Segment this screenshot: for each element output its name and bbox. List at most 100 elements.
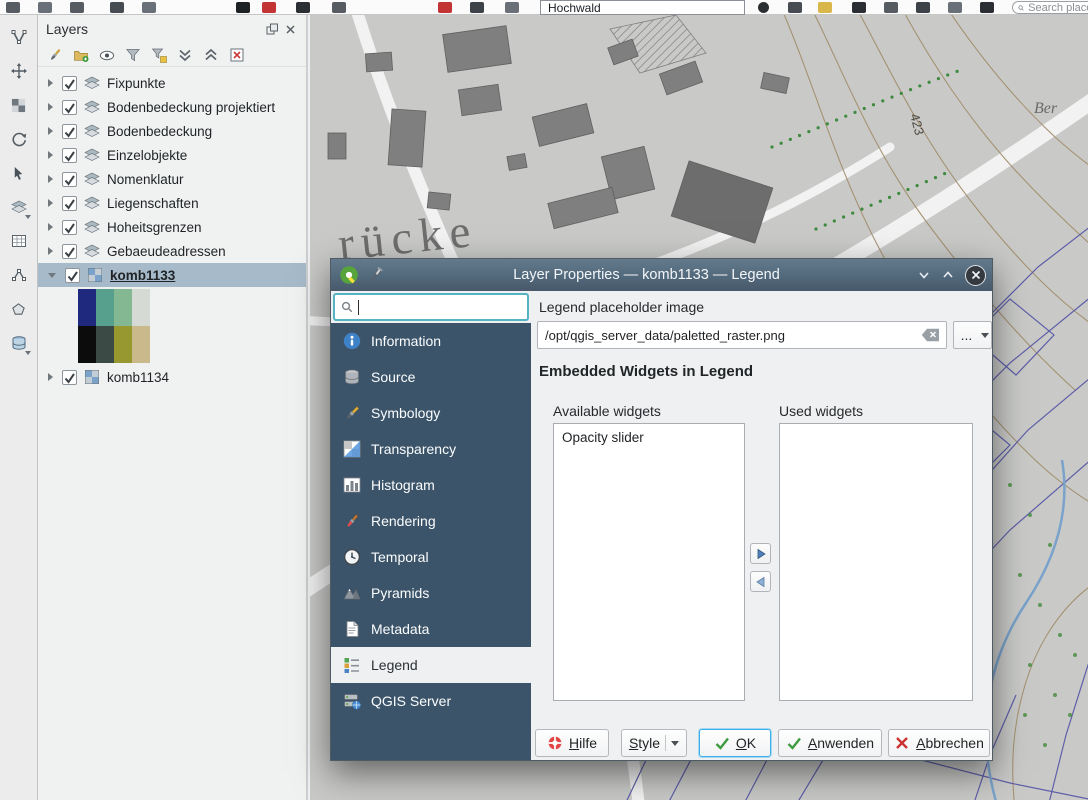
info-toolbar-icon[interactable] [758,2,769,13]
expand-all-button[interactable] [176,46,194,64]
remove-widget-button[interactable] [750,571,771,592]
move-feature-button[interactable] [5,58,32,84]
layer-row[interactable]: Bodenbedeckung [38,119,306,143]
expand-arrow-icon[interactable] [48,79,53,87]
tab-temporal[interactable]: Temporal [331,539,531,575]
filter-expression-button[interactable] [150,46,168,64]
database-button[interactable] [5,330,32,356]
properties-search-input[interactable] [333,293,529,321]
expand-arrow-icon[interactable] [48,175,53,183]
ok-button[interactable]: OK [699,729,771,757]
list-item[interactable]: Opacity slider [554,424,744,451]
rotate-feature-button[interactable] [5,126,32,152]
layer-row[interactable]: Fixpunkte [38,71,306,95]
layer-checkbox[interactable] [62,124,77,139]
search-place-input[interactable]: Search place, stre... [1012,1,1088,14]
tab-information[interactable]: Information [331,323,531,359]
top-toolbar-icon[interactable] [884,2,898,13]
layer-row[interactable]: Hoheitsgrenzen [38,215,306,239]
browse-dropdown-button[interactable] [979,321,992,349]
tab-qgis-server[interactable]: QGIS Server [331,683,531,719]
vertex-tool-button[interactable] [5,24,32,50]
remove-layer-button[interactable] [228,46,246,64]
tab-metadata[interactable]: Metadata [331,611,531,647]
expand-arrow-icon[interactable] [48,103,53,111]
layer-row[interactable]: Nomenklatur [38,167,306,191]
layers-stack-button[interactable] [5,194,32,220]
top-toolbar-icon[interactable] [505,2,519,13]
expand-arrow-icon[interactable] [48,373,53,381]
tab-histogram[interactable]: Histogram [331,467,531,503]
top-toolbar-icon[interactable] [438,2,452,13]
top-toolbar-icon[interactable] [262,2,276,13]
cancel-button[interactable]: Abbrechen [888,729,990,757]
layer-checkbox[interactable] [62,244,77,259]
browse-button[interactable]: ... [953,321,980,349]
top-toolbar-icon[interactable] [470,2,484,13]
tab-symbology[interactable]: Symbology [331,395,531,431]
layer-checkbox[interactable] [62,220,77,235]
layer-checkbox[interactable] [65,268,80,283]
close-panel-button[interactable] [283,22,298,37]
style-button[interactable]: Style [621,729,687,757]
filter-legend-button[interactable] [124,46,142,64]
layer-row[interactable]: Liegenschaften [38,191,306,215]
add-group-button[interactable] [72,46,90,64]
top-toolbar-icon[interactable] [948,2,962,13]
attribute-table-button[interactable] [5,228,32,254]
top-toolbar-icon[interactable] [110,2,124,13]
manage-themes-button[interactable] [98,46,116,64]
expand-arrow-icon[interactable] [48,199,53,207]
expand-arrow-icon[interactable] [48,127,53,135]
tab-source[interactable]: Source [331,359,531,395]
top-toolbar-icon[interactable] [70,2,84,13]
map-theme-combo[interactable]: Hochwald [540,0,745,15]
layer-checkbox[interactable] [62,172,77,187]
collapse-all-button[interactable] [202,46,220,64]
top-toolbar-icon[interactable] [142,2,156,13]
layer-row[interactable]: Bodenbedeckung projektiert [38,95,306,119]
top-toolbar-icon[interactable] [38,2,52,13]
expand-arrow-icon[interactable] [48,247,53,255]
collapse-arrow-icon[interactable] [48,273,56,278]
layer-checkbox[interactable] [62,196,77,211]
select-tool-button[interactable] [5,160,32,186]
legend-placeholder-path-input[interactable] [537,321,947,349]
pin-icon[interactable] [367,266,385,284]
tab-pyramids[interactable]: Pyramids [331,575,531,611]
top-toolbar-icon[interactable] [236,2,250,13]
layer-checkbox[interactable] [62,148,77,163]
float-panel-button[interactable] [265,22,280,37]
used-widgets-list[interactable] [779,423,973,701]
node-edit-button[interactable] [5,262,32,288]
chevron-down-icon[interactable] [917,268,931,282]
layer-row-komb1133[interactable]: komb1133 [38,263,306,287]
layer-styling-button[interactable] [46,46,64,64]
top-toolbar-icon[interactable] [916,2,930,13]
polygon-tool-button[interactable] [5,296,32,322]
top-toolbar-icon[interactable] [332,2,346,13]
expand-arrow-icon[interactable] [48,151,53,159]
notes-toolbar-icon[interactable] [818,2,832,13]
apply-button[interactable]: Anwenden [778,729,882,757]
layer-checkbox[interactable] [62,370,77,385]
add-widget-button[interactable] [750,543,771,564]
layer-row[interactable]: Gebaeudeadressen [38,239,306,263]
help-button[interactable]: Hilfe [535,729,609,757]
clear-text-icon[interactable] [921,328,940,342]
tab-rendering[interactable]: Rendering [331,503,531,539]
tab-legend[interactable]: Legend [331,647,531,683]
dialog-titlebar[interactable]: Layer Properties — komb1133 — Legend [331,259,992,291]
chevron-up-icon[interactable] [941,268,955,282]
close-dialog-button[interactable] [965,265,986,286]
top-toolbar-icon[interactable] [852,2,866,13]
layer-row-komb1134[interactable]: komb1134 [38,365,306,389]
expand-arrow-icon[interactable] [48,223,53,231]
fill-pattern-button[interactable] [5,92,32,118]
tab-transparency[interactable]: Transparency [331,431,531,467]
layer-checkbox[interactable] [62,100,77,115]
layer-row[interactable]: Einzelobjekte [38,143,306,167]
top-toolbar-icon[interactable] [980,2,994,13]
top-toolbar-icon[interactable] [6,2,20,13]
top-toolbar-icon[interactable] [296,2,310,13]
